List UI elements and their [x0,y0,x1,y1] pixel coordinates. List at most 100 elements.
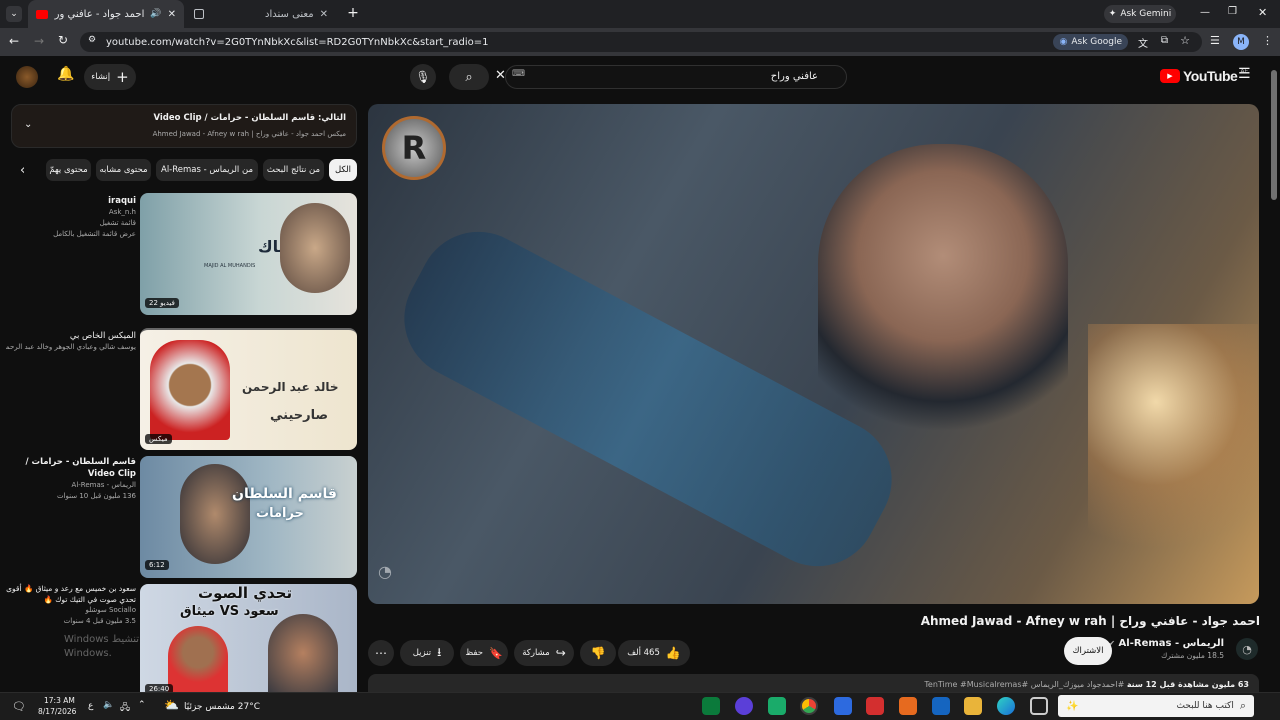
weather-widget[interactable]: 27°C مشمس جزئيًا [184,702,260,712]
guide-menu-icon[interactable]: ☰ [1238,66,1251,82]
related-info: الميكس الخاص بي يوسف شالي وعبادي الجوهر … [6,330,136,353]
app-icon[interactable] [735,697,753,715]
taskbar-date[interactable]: 8/17/2026 [38,707,76,716]
expand-playlist-icon[interactable]: ⌄ [24,119,32,130]
keyboard-icon[interactable]: ⌨ [512,69,525,79]
like-button[interactable]: 👍 465 ألف [618,640,690,666]
chips-prev-icon[interactable]: ‹ [20,163,25,178]
video-count-badge: 22 فيديو [145,298,179,308]
tab-search-icon[interactable]: ⌄ [6,6,22,22]
voice-search-icon[interactable]: 🎙 [410,64,436,90]
channel-name[interactable]: الريماس - Al-Remas ✔ [1108,638,1224,649]
page-scrollbar[interactable] [1271,70,1277,200]
tray-chevron-icon[interactable]: ⌃ [138,700,146,710]
bookmark-star-icon[interactable]: ☆ [1180,34,1190,47]
app-icon[interactable] [899,697,917,715]
google-lens-icon: ◉ [1059,37,1068,47]
search-button[interactable]: ⌕ [449,64,489,90]
chip-more[interactable]: محتوى يهمّ [46,159,91,181]
share-button[interactable]: ↪ مشاركة [514,640,574,666]
tab-active[interactable]: احمد جواد - عافني وراح | Ahmed Jawad - u… [28,0,184,28]
playlist-panel[interactable]: ⌄ التالي: قاسم السلطان - حرامات / Video … [11,104,357,148]
related-channel[interactable]: Ask_n.h [6,207,136,218]
audio-icon[interactable]: 🔊 [150,9,161,19]
youtube-logo[interactable]: ▶ YouTube AE [1160,68,1248,84]
dislike-button[interactable]: 👎 [580,640,616,666]
related-title[interactable]: iraqui [6,195,136,207]
task-view-icon[interactable] [1030,697,1048,715]
channel-avatar[interactable]: ◔ [1236,638,1258,660]
wps-icon[interactable] [866,697,884,715]
translate-icon[interactable]: 文 [1138,35,1148,50]
related-channel[interactable]: الريماس - Al-Remas [6,480,136,491]
store-icon[interactable] [834,697,852,715]
clear-search-icon[interactable]: ✕ [495,68,506,83]
related-channel[interactable]: يوسف شالي وعبادي الجوهر وخالد عبد الرحمن [6,342,136,353]
mix-badge: ميكس [145,434,172,444]
app-icon[interactable] [768,697,786,715]
site-info-icon[interactable]: ⚙ [88,35,96,45]
close-window-button[interactable]: ✕ [1258,6,1267,19]
ask-gemini-button[interactable]: ✦ Ask Gemini [1104,5,1176,23]
chip-similar[interactable]: محتوى مشابه [96,159,151,181]
related-thumbnail[interactable]: قاسم السلطان حرامات 6:12 [140,456,357,578]
explorer-icon[interactable] [964,697,982,715]
reading-list-icon[interactable]: ☰ [1210,34,1220,47]
more-actions-icon[interactable]: ⋯ [368,640,394,666]
chip-channel[interactable]: من الريماس - Al-Remas [156,159,258,181]
search-input[interactable]: عافني وراح [505,65,847,89]
tab-close-icon[interactable]: ✕ [168,9,176,20]
edge-icon[interactable] [997,697,1015,715]
minimize-button[interactable]: — [1200,7,1210,18]
related-thumbnail[interactable]: خالد عبد الرحمن صارحيني ميكس [140,328,357,450]
related-extra[interactable]: عرض قائمة التشغيل بالكامل [6,229,136,240]
language-indicator[interactable]: ع [88,701,93,711]
download-button[interactable]: ⭳ تنزيل [400,640,454,666]
related-title[interactable]: قاسم السلطان - حرامات / Video Clip [6,456,136,480]
volume-icon[interactable]: 🔈 [103,700,114,710]
tab-inactive[interactable]: معنى سنداد ✕ [186,0,336,28]
search-placeholder: اكتب هنا للبحث [1176,701,1234,711]
ask-google-button[interactable]: ◉ Ask Google [1053,34,1128,50]
forward-icon[interactable]: → [34,34,44,48]
tab-title: احمد جواد - عافني وراح | Ahmed Jawad - u… [54,8,145,20]
new-tab-icon[interactable]: + [345,5,361,21]
video-player[interactable]: R ◔ [368,104,1259,604]
related-channel[interactable]: Sociallo سوشلو [6,605,137,616]
related-title[interactable]: سعود بن خميس مع رعد و ميثاق 🔥 أقوى تحدي … [6,583,136,605]
hashtags[interactable]: #احمدجواد ميوزك_الريماس #TenTime #Musica… [924,680,1124,689]
description-box[interactable]: 63 مليون مشاهدة قبل 12 سنة #احمدجواد ميو… [368,674,1259,694]
related-title[interactable]: الميكس الخاص بي [6,330,136,342]
reload-icon[interactable]: ↻ [58,33,68,47]
notifications-bell-icon[interactable]: 🔔 [57,66,74,82]
playlist-subtitle: ميكس احمد جواد - عافني وراح | Ahmed Jawa… [152,130,346,138]
create-button[interactable]: + إنشاء [84,64,136,90]
chip-search-results[interactable]: من نتائج البحث [263,159,324,181]
taskbar-time[interactable]: 17:3 AM [44,696,75,705]
network-icon[interactable]: 🖧 [120,700,130,716]
related-thumbnail[interactable]: تحدي الصوت سعود VS ميثاق 26:40 [140,584,357,692]
tab-close-icon[interactable]: ✕ [320,9,328,20]
address-bar[interactable]: ⚙ youtube.com/watch?v=2G0TYnNbkXc&list=R… [80,32,1202,52]
back-icon[interactable]: ← [9,34,19,48]
profile-avatar[interactable]: M [1233,34,1249,50]
artist-photo [180,464,250,564]
subscribe-button[interactable]: الاشتراك [1064,637,1112,665]
chip-all[interactable]: الكل [329,159,357,181]
browser-tab-bar: ⌄ احمد جواد - عافني وراح | Ahmed Jawad -… [0,0,1280,28]
tab-title: معنى سنداد [265,8,314,20]
maximize-button[interactable]: ❐ [1228,6,1237,17]
terminal-icon[interactable] [702,697,720,715]
browser-menu-icon[interactable]: ⋮ [1262,34,1273,47]
thumbnail-title: خالد عبد الرحمن [242,380,339,394]
thumbnail-subtitle: MAJID AL MUHANDIS [204,263,256,269]
account-avatar[interactable] [16,66,38,88]
bookmark-icon: 🔖 [488,646,503,660]
chrome-icon[interactable] [800,697,818,715]
install-icon[interactable]: ⧉ [1161,35,1168,46]
mail-icon[interactable] [932,697,950,715]
related-thumbnail[interactable]: انا بلياك MAJID AL MUHANDIS 22 فيديو [140,193,357,315]
save-button[interactable]: 🔖 حفظ [460,640,508,666]
notification-center-icon[interactable]: 🗨 [12,700,26,713]
taskbar-search-box[interactable]: ✨ اكتب هنا للبحث ⌕ [1058,695,1254,717]
